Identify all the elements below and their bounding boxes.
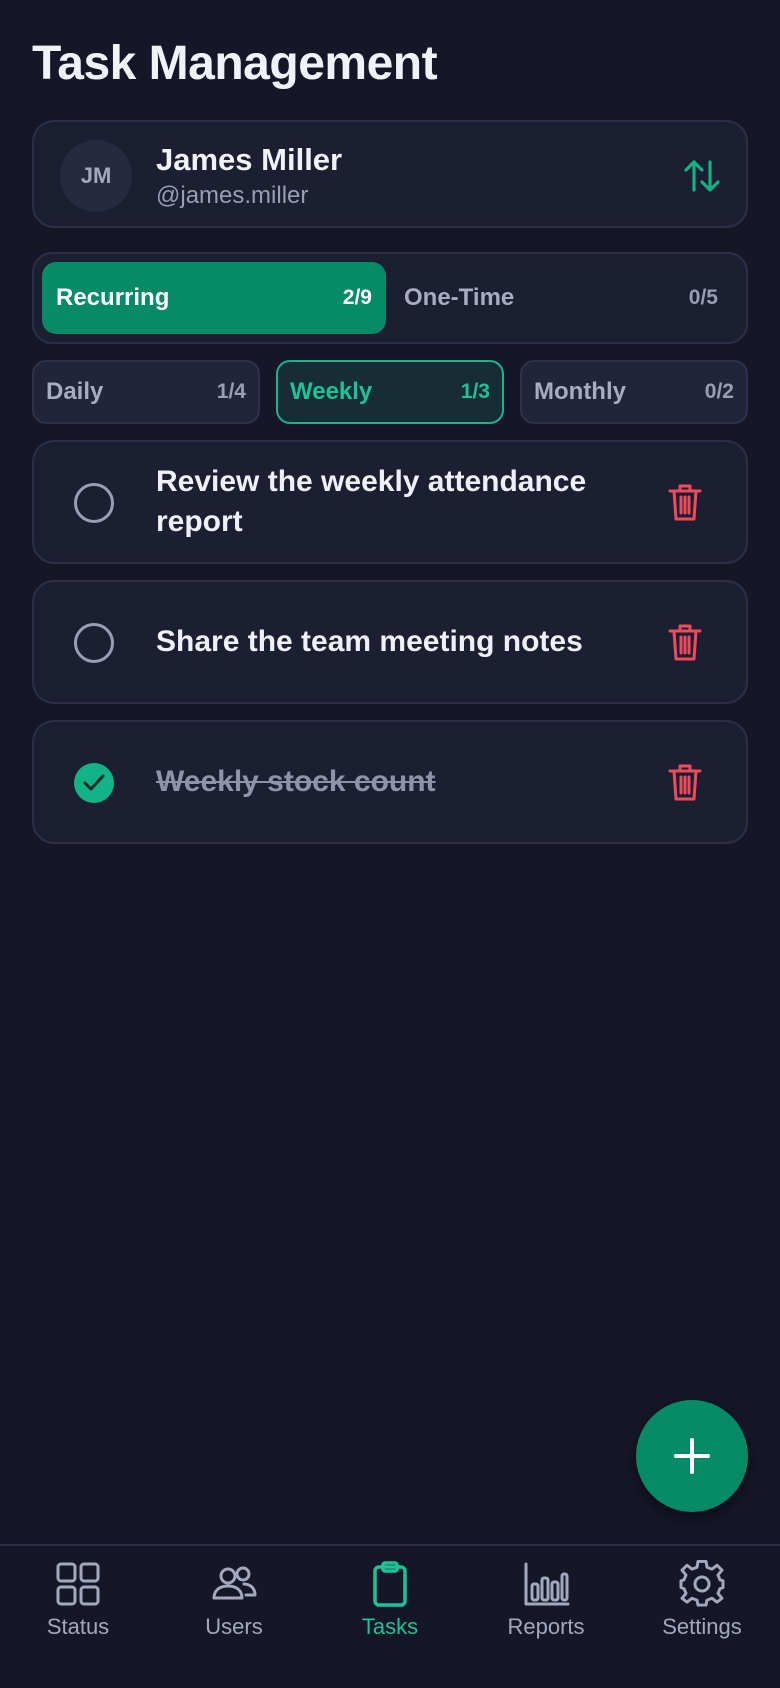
tab-one-time[interactable]: One-Time 0/5 (392, 262, 738, 334)
task-text: Review the weekly attendance report (156, 465, 587, 538)
page-title: Task Management (32, 37, 438, 90)
bar-chart-icon (524, 1562, 570, 1606)
checkmark-icon (83, 774, 105, 791)
tab-recurring-count: 2/9 (342, 286, 372, 309)
filter-weekly[interactable]: Weekly 1/3 (276, 360, 504, 424)
tab-recurring-label: Recurring (56, 284, 170, 311)
users-icon (212, 1566, 257, 1600)
nav-users-label: Users (205, 1614, 263, 1639)
filter-monthly-count: 0/2 (704, 380, 734, 403)
task-checkbox[interactable] (74, 623, 114, 663)
filter-monthly[interactable]: Monthly 0/2 (520, 360, 748, 424)
nav-status[interactable]: Status (0, 1560, 156, 1660)
clipboard-icon (373, 1561, 407, 1607)
nav-settings-label: Settings (662, 1614, 742, 1639)
user-card: JM James Miller @james.miller (32, 120, 748, 228)
task-type-tabs: Recurring 2/9 One-Time 0/5 (32, 252, 748, 344)
filter-daily[interactable]: Daily 1/4 (32, 360, 260, 424)
nav-settings[interactable]: Settings (624, 1560, 780, 1660)
add-task-button[interactable] (636, 1400, 748, 1512)
sort-toggle-icon[interactable] (682, 156, 722, 196)
filter-weekly-count: 1/3 (460, 380, 490, 403)
task-checkbox-checked[interactable] (74, 763, 114, 803)
tab-one-time-count: 0/5 (688, 286, 718, 309)
nav-status-label: Status (46, 1614, 110, 1639)
plus-icon (674, 1438, 710, 1474)
nav-tasks-label: Tasks (361, 1614, 419, 1639)
trash-icon[interactable] (668, 482, 702, 522)
filter-daily-label: Daily (46, 378, 104, 405)
grid-icon (56, 1562, 100, 1606)
nav-users[interactable]: Users (156, 1560, 312, 1660)
trash-icon[interactable] (668, 762, 702, 802)
task-management-screen: Task Management JM James Miller @james.m… (0, 0, 780, 1688)
nav-tasks[interactable]: Tasks (312, 1560, 468, 1660)
user-name: James Miller (156, 142, 343, 177)
bottom-nav: Status Users Tasks Reports Settings (0, 1544, 780, 1688)
user-handle: @james.miller (156, 182, 309, 209)
avatar: JM (60, 140, 132, 212)
task-text: Share the team meeting notes (156, 625, 583, 658)
filter-monthly-label: Monthly (534, 378, 626, 405)
tab-recurring[interactable]: Recurring 2/9 (42, 262, 386, 334)
task-checkbox[interactable] (74, 483, 114, 523)
filter-weekly-label: Weekly (290, 378, 373, 405)
nav-reports-label: Reports (507, 1614, 585, 1639)
gear-icon (679, 1560, 725, 1607)
task-text: Weekly stock count (156, 765, 436, 798)
task-item: Review the weekly attendance report (32, 440, 748, 564)
filter-daily-count: 1/4 (216, 380, 246, 403)
task-item: Share the team meeting notes (32, 580, 748, 704)
tab-one-time-label: One-Time (404, 284, 515, 311)
trash-icon[interactable] (668, 622, 702, 662)
nav-reports[interactable]: Reports (468, 1560, 624, 1660)
task-item: Weekly stock count (32, 720, 748, 844)
